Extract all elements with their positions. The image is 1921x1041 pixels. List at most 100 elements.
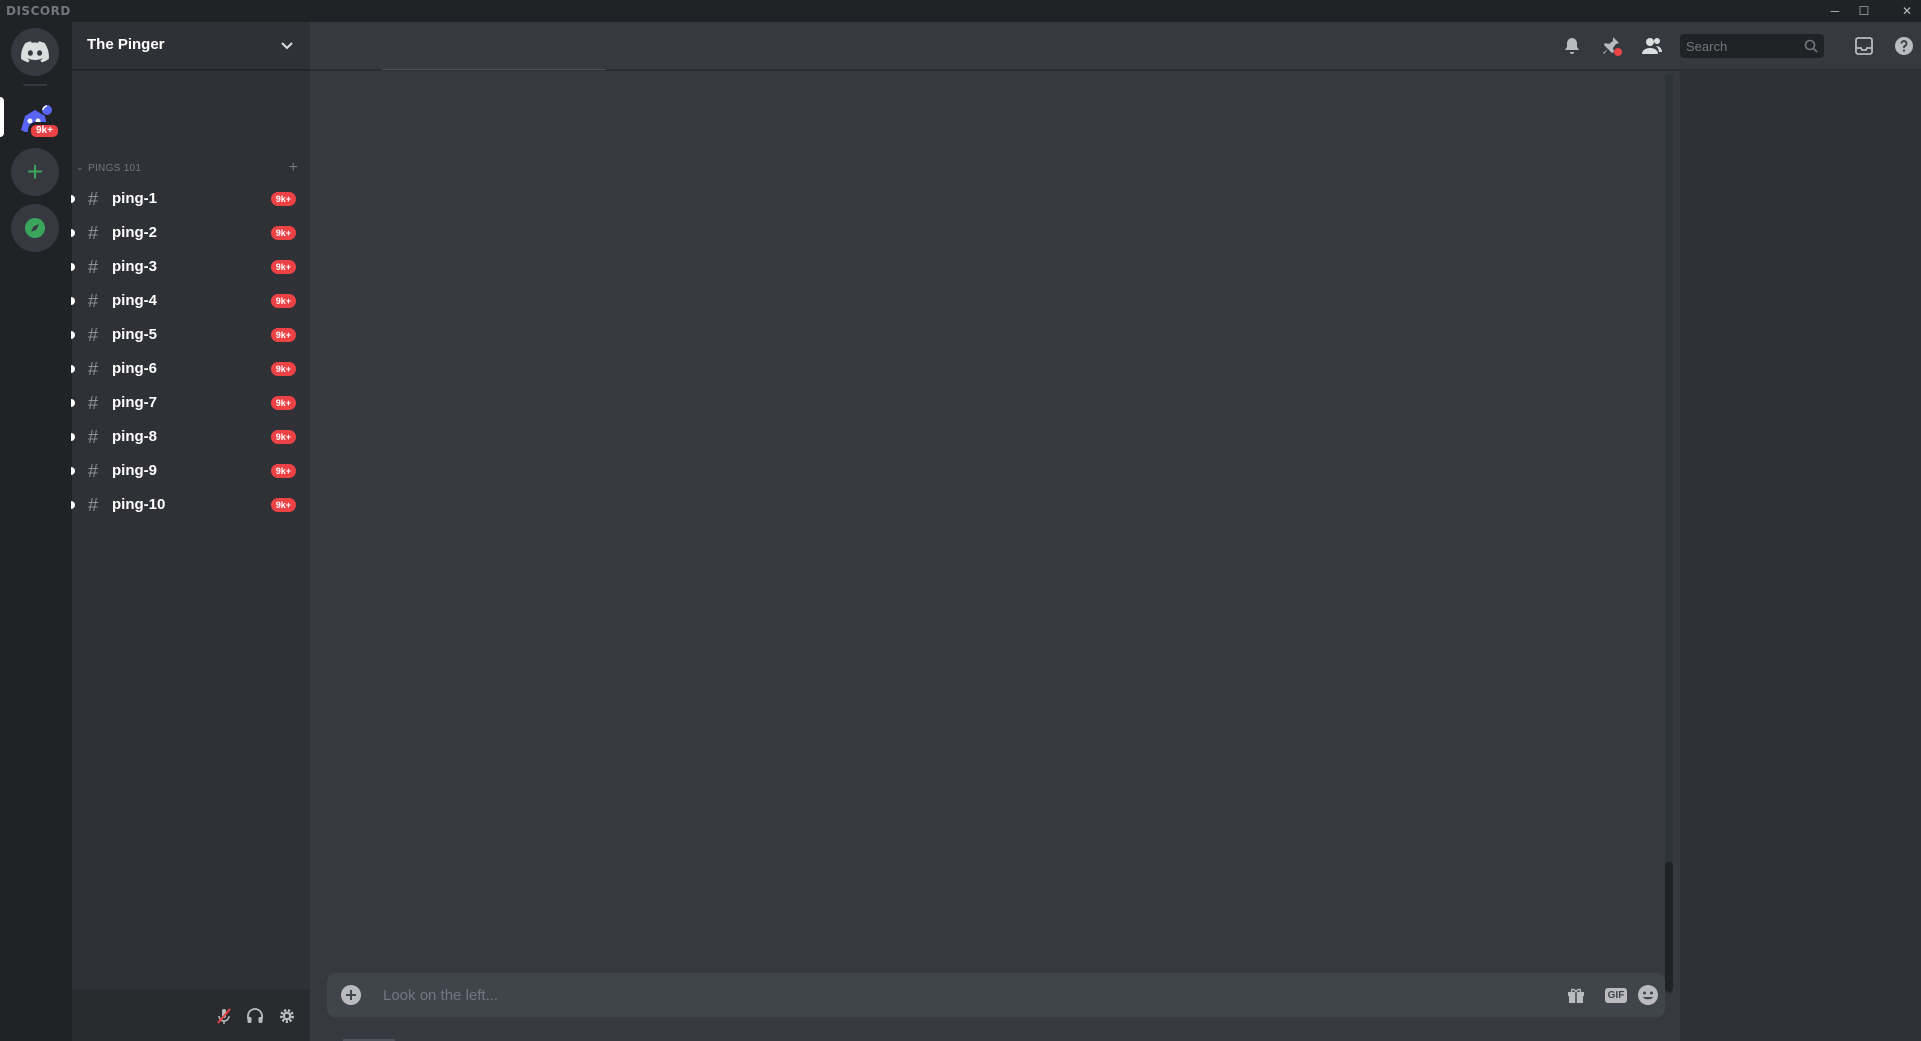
unread-indicator xyxy=(71,365,75,373)
inbox-button[interactable] xyxy=(1852,34,1876,58)
unread-indicator xyxy=(71,433,75,441)
add-attachment-icon xyxy=(341,985,361,1005)
window-minimize-button[interactable]: ─ xyxy=(1821,0,1849,22)
channel-name: ping-9 xyxy=(112,462,157,479)
unread-indicator xyxy=(71,229,75,237)
gift-icon xyxy=(1568,988,1584,1003)
unread-indicator xyxy=(71,467,75,475)
help-icon xyxy=(1895,37,1913,55)
unread-indicator xyxy=(71,263,75,271)
compass-icon xyxy=(25,218,45,238)
search-icon xyxy=(1804,39,1818,53)
unread-indicator xyxy=(71,195,75,203)
mute-button[interactable] xyxy=(213,1005,235,1027)
mention-badge: 9k+ xyxy=(270,396,296,410)
plus-icon: + xyxy=(26,156,44,187)
server-mention-badge: 9k+ xyxy=(28,122,61,140)
selected-server-indicator xyxy=(0,97,4,137)
pinned-messages-button[interactable] xyxy=(1600,34,1624,58)
discord-logo-icon xyxy=(21,41,49,63)
gif-button[interactable]: GIF xyxy=(1604,983,1628,1007)
window-titlebar: DISCORD ─ ☐ ✕ xyxy=(0,0,1921,22)
channel-name: ping-5 xyxy=(112,326,157,343)
channel-item[interactable]: # ping-9 9k+ xyxy=(71,457,310,485)
mention-badge: 9k+ xyxy=(270,260,296,274)
members-icon xyxy=(1642,38,1662,54)
unread-indicator xyxy=(71,331,75,339)
mention-badge: 9k+ xyxy=(270,328,296,342)
channel-item[interactable]: # ping-3 9k+ xyxy=(71,253,310,281)
message-composer: GIF xyxy=(327,973,1665,1017)
gift-button[interactable] xyxy=(1564,983,1588,1007)
pin-icon xyxy=(1603,37,1622,56)
server-rail: 9k+ + xyxy=(0,22,70,1041)
member-list-panel xyxy=(1680,70,1921,1041)
message-area[interactable] xyxy=(310,70,1680,970)
channel-item[interactable]: # ping-7 9k+ xyxy=(71,389,310,417)
chevron-down-icon xyxy=(281,42,293,50)
upload-button[interactable] xyxy=(339,983,363,1007)
category-label: PINGS 101 xyxy=(88,163,142,174)
message-input[interactable] xyxy=(383,986,1483,1004)
channel-name: ping-7 xyxy=(112,394,157,411)
explore-servers-button[interactable] xyxy=(11,204,59,252)
channel-name: ping-10 xyxy=(112,496,166,513)
scrollbar-thumb[interactable] xyxy=(1665,862,1673,992)
emoji-icon xyxy=(1638,985,1658,1005)
mention-badge: 9k+ xyxy=(270,464,296,478)
channel-item[interactable]: # ping-1 9k+ xyxy=(71,185,310,213)
unread-indicator xyxy=(71,399,75,407)
server-name: The Pinger xyxy=(87,36,165,53)
channel-item[interactable]: # ping-5 9k+ xyxy=(71,321,310,349)
mute-mic-icon xyxy=(217,1008,231,1024)
hashtag-icon: # xyxy=(88,325,99,345)
channel-item[interactable]: # ping-8 9k+ xyxy=(71,423,310,451)
mention-badge: 9k+ xyxy=(270,430,296,444)
mention-badge: 9k+ xyxy=(270,498,296,512)
server-header[interactable]: The Pinger xyxy=(72,22,310,70)
channel-name: ping-1 xyxy=(112,190,157,207)
hashtag-icon: # xyxy=(88,291,99,311)
window-close-button[interactable]: ✕ xyxy=(1893,0,1921,22)
user-settings-button[interactable] xyxy=(276,1005,298,1027)
scrollbar-track[interactable] xyxy=(1665,74,1673,994)
hashtag-icon: # xyxy=(88,257,99,277)
search-bar[interactable] xyxy=(1680,34,1824,58)
hashtag-icon: # xyxy=(88,427,99,447)
deafen-button[interactable] xyxy=(244,1005,266,1027)
hashtag-icon: # xyxy=(88,495,99,515)
channel-name: ping-2 xyxy=(112,224,157,241)
chevron-down-icon: ⌄ xyxy=(76,162,84,172)
gif-icon: GIF xyxy=(1604,987,1628,1003)
channel-topbar xyxy=(310,22,1921,70)
notifications-button[interactable] xyxy=(1560,34,1584,58)
search-input[interactable] xyxy=(1686,38,1796,54)
mention-badge: 9k+ xyxy=(270,294,296,308)
channel-item[interactable]: # ping-10 9k+ xyxy=(71,491,310,519)
main-content: GIF xyxy=(310,22,1921,1041)
channel-item[interactable]: # ping-4 9k+ xyxy=(71,287,310,315)
emoji-button[interactable] xyxy=(1636,983,1660,1007)
mention-badge: 9k+ xyxy=(270,192,296,206)
member-list-button[interactable] xyxy=(1640,34,1664,58)
settings-gear-icon xyxy=(280,1009,294,1023)
user-panel xyxy=(72,989,310,1041)
help-button[interactable] xyxy=(1892,34,1916,58)
create-channel-button[interactable]: + xyxy=(289,159,298,177)
app-brand: DISCORD xyxy=(6,4,71,18)
home-button[interactable] xyxy=(11,28,59,76)
hashtag-icon: # xyxy=(88,223,99,243)
rail-separator xyxy=(23,84,47,86)
bell-icon xyxy=(1565,38,1579,54)
mention-badge: 9k+ xyxy=(270,362,296,376)
add-server-button[interactable]: + xyxy=(11,148,59,196)
channel-name: ping-8 xyxy=(112,428,157,445)
channel-item[interactable]: # ping-2 9k+ xyxy=(71,219,310,247)
hashtag-icon: # xyxy=(88,359,99,379)
window-maximize-button[interactable]: ☐ xyxy=(1850,0,1878,22)
channel-item[interactable]: # ping-6 9k+ xyxy=(71,355,310,383)
hashtag-icon: # xyxy=(88,393,99,413)
channel-name: ping-4 xyxy=(112,292,157,309)
channel-category[interactable]: ⌄ PINGS 101 + xyxy=(74,159,304,178)
mention-badge: 9k+ xyxy=(270,226,296,240)
